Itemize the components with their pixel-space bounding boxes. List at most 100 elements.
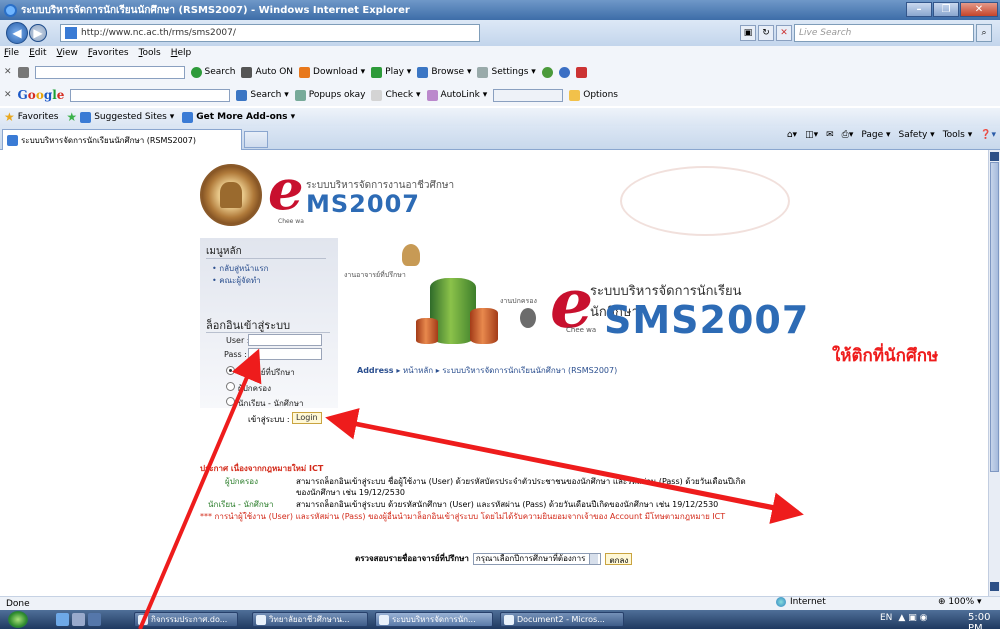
- tools-menu[interactable]: Tools ▾: [943, 130, 973, 140]
- toolbar-search-button[interactable]: Search: [190, 66, 235, 78]
- taskbar-item-ie-2[interactable]: ระบบบริหารจัดการนัก...: [375, 612, 493, 627]
- google-logo[interactable]: Google: [18, 88, 65, 102]
- pass-input[interactable]: [248, 348, 322, 360]
- google-toolbar: ✕ Google Search ▾ Popups okay Check ▾ Au…: [0, 84, 1000, 106]
- mail-icon[interactable]: ✉: [826, 130, 834, 140]
- sms-logo-e: e: [268, 157, 304, 223]
- toolbar-download[interactable]: Download ▾: [299, 66, 365, 78]
- zoom-level[interactable]: ⊕ 100% ▾: [938, 597, 982, 607]
- radio-parent[interactable]: [226, 382, 235, 391]
- tray-icons[interactable]: ▲ ▣ ◉: [898, 613, 927, 623]
- header-chee: Chee wa: [278, 218, 304, 225]
- address-url: http://www.nc.ac.th/rms/sms2007/: [81, 28, 236, 38]
- start-button[interactable]: [8, 611, 28, 628]
- toolbar-auto-on[interactable]: Auto ON: [241, 66, 293, 78]
- refresh-icon[interactable]: ↻: [758, 25, 774, 41]
- vertical-scrollbar[interactable]: [988, 150, 1000, 596]
- radio-parent-label: ผู้ปกครอง: [238, 384, 271, 393]
- media-icon[interactable]: [88, 613, 101, 626]
- menu-favorites[interactable]: Favorites: [88, 48, 129, 58]
- suggested-sites[interactable]: ★ Suggested Sites ▾: [66, 110, 174, 124]
- popups-okay[interactable]: Popups okay: [294, 89, 365, 101]
- help-icon[interactable]: [558, 66, 570, 78]
- ie-quicklaunch-icon[interactable]: [56, 613, 69, 626]
- google-search-button[interactable]: Search ▾: [236, 89, 289, 101]
- globe-icon: [776, 597, 786, 607]
- language-indicator[interactable]: EN: [880, 613, 892, 623]
- login-button[interactable]: Login: [292, 412, 322, 424]
- addon-icon-2[interactable]: [575, 66, 587, 78]
- address-input[interactable]: http://www.nc.ac.th/rms/sms2007/: [60, 24, 480, 42]
- search-icon[interactable]: ⌕: [976, 24, 992, 42]
- close-google-toolbar-icon[interactable]: ✕: [4, 90, 12, 100]
- menu-view[interactable]: View: [57, 48, 78, 58]
- close-toolbar-icon[interactable]: ✕: [4, 67, 12, 77]
- forward-button[interactable]: ▶: [29, 24, 47, 42]
- addon-icon-1[interactable]: [541, 66, 553, 78]
- header-code: MS2007: [306, 190, 420, 218]
- favorites-button[interactable]: ★ Favorites: [4, 110, 58, 124]
- back-button[interactable]: ◀: [6, 22, 28, 44]
- staff-caption: งานอาจารย์ที่ปรึกษา: [344, 271, 406, 279]
- breadcrumb-home[interactable]: หน้าหลัก ▸: [403, 366, 440, 375]
- compat-view-icon[interactable]: ▣: [740, 25, 756, 41]
- google-search-input[interactable]: [70, 88, 231, 102]
- desktop-icon[interactable]: [72, 613, 85, 626]
- get-addons[interactable]: Get More Add-ons ▾: [182, 111, 295, 123]
- year-select[interactable]: กรุณาเลือกปีการศึกษาที่ต้องการ: [472, 552, 602, 565]
- warning-text: *** การนำผู้ใช้งาน (User) และรหัสผ่าน (P…: [200, 512, 726, 521]
- toolbar-play[interactable]: Play ▾: [371, 66, 411, 78]
- banner-chee: Chee wa: [566, 326, 597, 334]
- divider: [206, 332, 330, 333]
- scroll-up-arrow[interactable]: [990, 152, 999, 161]
- add-favorite-icon: ★: [66, 110, 78, 124]
- autolink[interactable]: AutoLink ▾: [426, 89, 487, 101]
- taskbar-item-ie-1[interactable]: วิทยาลัยอาชีวศึกษาน...: [252, 612, 368, 627]
- link-team[interactable]: • คณะผู้จัดทำ: [212, 274, 261, 287]
- page-icon: [65, 27, 77, 39]
- stop-icon[interactable]: ✕: [776, 25, 792, 41]
- feeds-icon[interactable]: ◫▾: [805, 130, 818, 140]
- safety-menu[interactable]: Safety ▾: [899, 130, 935, 140]
- menu-help[interactable]: Help: [171, 48, 192, 58]
- google-autofill[interactable]: [493, 88, 564, 102]
- help-menu-icon[interactable]: ❓▾: [980, 130, 996, 140]
- taskbar-item-word-doc[interactable]: กิจกรรมประกาศ.do...: [134, 612, 238, 627]
- banner: งานอาจารย์ที่ปรึกษา งานปกครอง e ระบบบริห…: [340, 238, 808, 356]
- toolbar-browse[interactable]: Browse ▾: [417, 66, 471, 78]
- addon-toolbar-1: ✕ Search Auto ON Download ▾ Play ▾ Brows…: [0, 60, 1000, 84]
- google-options[interactable]: Options: [569, 89, 618, 101]
- print-icon[interactable]: ⎙▾: [842, 130, 854, 140]
- college-seal-logo: [200, 164, 262, 226]
- live-search-input[interactable]: Live Search: [794, 24, 974, 42]
- restore-button[interactable]: ❐: [933, 2, 959, 17]
- browse-icon: [417, 66, 429, 78]
- gear-icon: [477, 66, 489, 78]
- radio-advisor[interactable]: [226, 366, 235, 375]
- clock[interactable]: 5:00 PM: [968, 612, 1000, 629]
- toolbar-search-input[interactable]: [34, 65, 185, 79]
- home-icon[interactable]: ⌂▾: [787, 130, 797, 140]
- menu-tools[interactable]: Tools: [139, 48, 161, 58]
- status-text: Done: [6, 598, 30, 609]
- minimize-button[interactable]: –: [906, 2, 932, 17]
- menu-file[interactable]: File: [4, 48, 19, 58]
- options-icon: [569, 89, 581, 101]
- parent-label: ผู้ปกครอง: [225, 477, 258, 486]
- user-input[interactable]: [248, 334, 322, 346]
- close-button[interactable]: ✕: [960, 2, 998, 17]
- scroll-down-arrow[interactable]: [990, 582, 999, 591]
- toolbar-settings[interactable]: Settings ▾: [477, 66, 536, 78]
- breadcrumb-current: ระบบบริหารจัดการนักเรียนนักศึกษา (RSMS20…: [442, 366, 618, 375]
- spell-check[interactable]: Check ▾: [371, 89, 421, 101]
- ok-button[interactable]: ตกลง: [605, 552, 633, 565]
- web-page: e ระบบบริหารจัดการงานอาชีวศึกษา MS2007 C…: [0, 150, 988, 596]
- security-zone[interactable]: Internet: [776, 597, 826, 607]
- radio-student[interactable]: [226, 397, 235, 406]
- taskbar-item-word-2[interactable]: Document2 - Micros...: [500, 612, 624, 627]
- tab-rsms2007[interactable]: ระบบบริหารจัดการนักเรียนนักศึกษา (RSMS20…: [2, 129, 242, 150]
- scroll-thumb[interactable]: [990, 162, 999, 472]
- menu-edit[interactable]: Edit: [29, 48, 46, 58]
- new-tab-button[interactable]: [244, 131, 268, 148]
- page-menu[interactable]: Page ▾: [861, 130, 890, 140]
